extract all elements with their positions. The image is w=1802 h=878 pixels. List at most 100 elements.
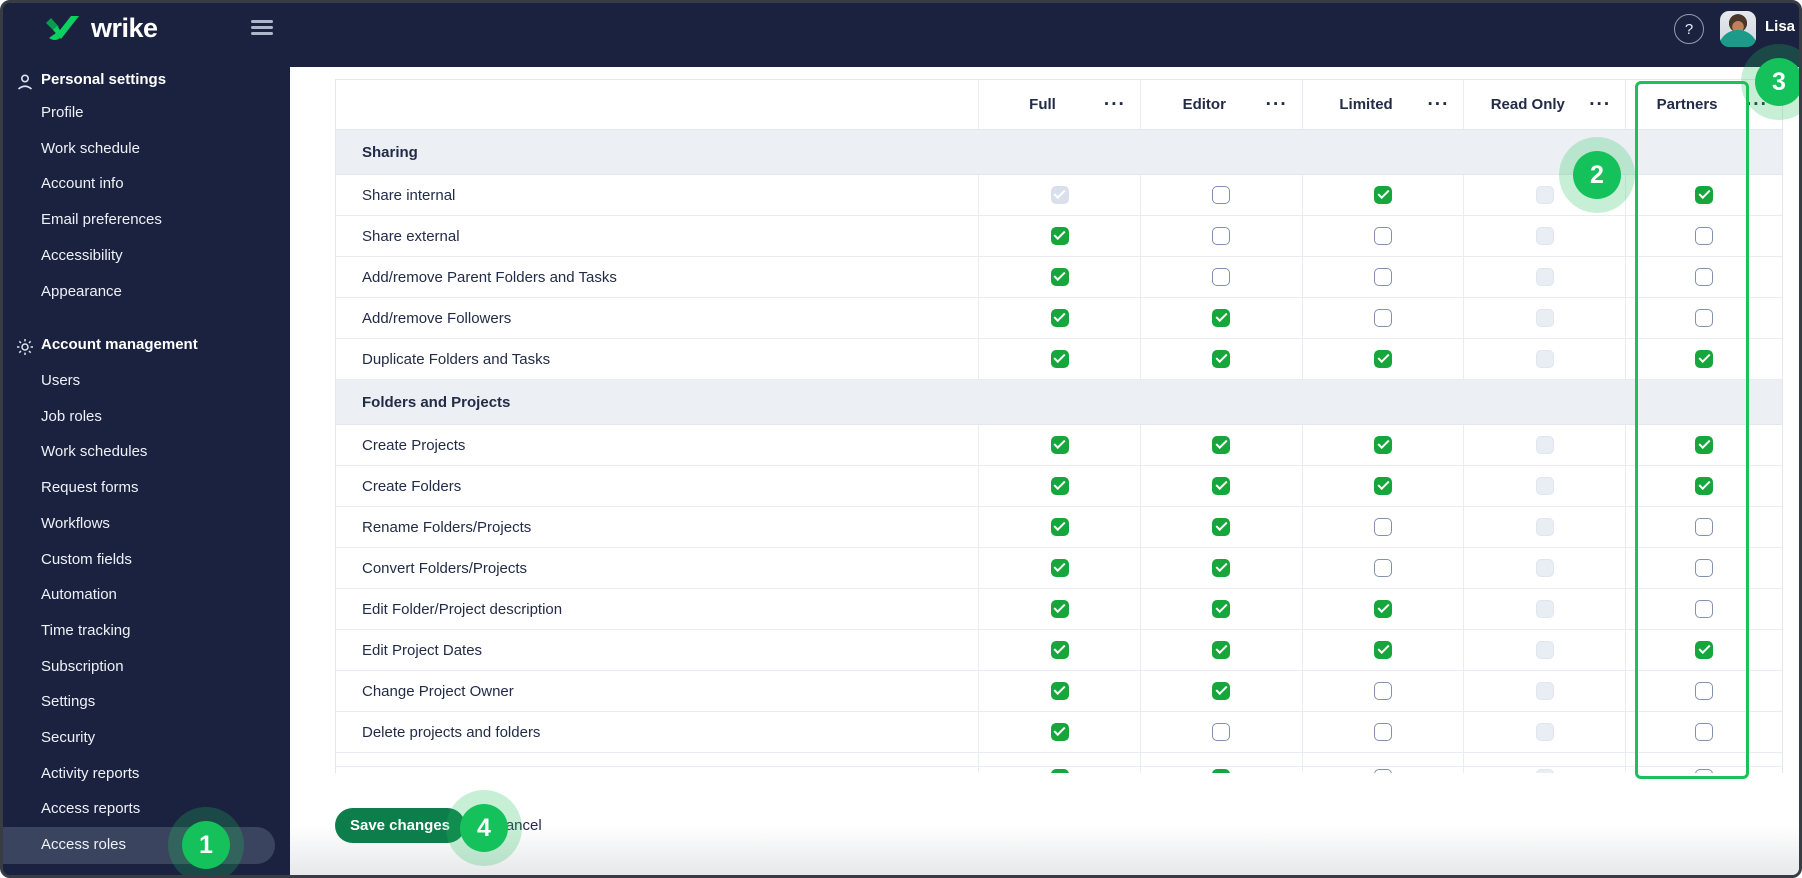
- permission-checkbox[interactable]: [1212, 600, 1231, 618]
- permission-checkbox[interactable]: [1050, 641, 1069, 659]
- permission-checkbox[interactable]: [1050, 559, 1069, 577]
- sidebar-item-account-info[interactable]: Account info: [3, 166, 290, 202]
- sidebar-item-email-preferences[interactable]: Email preferences: [3, 202, 290, 238]
- row-label: Edit Folder/Project description: [362, 600, 563, 618]
- permission-checkbox[interactable]: [1695, 477, 1714, 495]
- permission-checkbox[interactable]: [1374, 477, 1393, 495]
- sidebar-item-activity-reports[interactable]: Activity reports: [3, 756, 290, 792]
- cell-full: [978, 298, 1140, 338]
- permission-checkbox[interactable]: [1212, 227, 1231, 245]
- permission-checkbox[interactable]: [1374, 559, 1393, 577]
- permission-checkbox[interactable]: [1212, 186, 1231, 204]
- permission-checkbox[interactable]: [1695, 309, 1714, 327]
- permission-checkbox[interactable]: [1695, 436, 1714, 454]
- permission-checkbox[interactable]: [1212, 723, 1231, 741]
- sidebar-item-work-schedules[interactable]: Work schedules: [3, 434, 290, 470]
- permission-checkbox[interactable]: [1374, 436, 1393, 454]
- cell-partners: [1625, 466, 1782, 506]
- permission-checkbox[interactable]: [1212, 350, 1231, 368]
- permission-checkbox[interactable]: [1212, 682, 1231, 700]
- permission-checkbox[interactable]: [1374, 518, 1393, 536]
- sidebar-item-subscription[interactable]: Subscription: [3, 649, 290, 685]
- permission-checkbox[interactable]: [1374, 641, 1393, 659]
- permission-checkbox[interactable]: [1374, 186, 1393, 204]
- permission-checkbox[interactable]: [1374, 682, 1393, 700]
- permission-checkbox[interactable]: [1695, 641, 1714, 659]
- column-menu-icon[interactable]: ···: [1589, 95, 1611, 114]
- permission-checkbox[interactable]: [1374, 309, 1393, 327]
- permission-checkbox[interactable]: [1212, 518, 1231, 536]
- cell-partners: [1625, 425, 1782, 465]
- permission-checkbox[interactable]: [1050, 600, 1069, 618]
- permission-checkbox[interactable]: [1695, 350, 1714, 368]
- cell-read-only: [1463, 216, 1625, 256]
- permission-checkbox: [1050, 769, 1069, 773]
- permission-checkbox[interactable]: [1695, 518, 1714, 536]
- sidebar-item-accessibility[interactable]: Accessibility: [3, 238, 290, 274]
- row-label: Convert Folders/Projects: [362, 559, 528, 577]
- hamburger-menu-icon[interactable]: [251, 20, 273, 36]
- permission-checkbox[interactable]: [1374, 227, 1393, 245]
- sidebar-item-automation[interactable]: Automation: [3, 577, 290, 613]
- permission-checkbox[interactable]: [1212, 477, 1231, 495]
- permission-checkbox[interactable]: [1695, 268, 1714, 286]
- help-icon[interactable]: ?: [1674, 14, 1704, 44]
- sidebar-item-profile[interactable]: Profile: [3, 95, 290, 131]
- sidebar-item-appearance[interactable]: Appearance: [3, 274, 290, 310]
- permission-checkbox[interactable]: [1374, 268, 1393, 286]
- column-menu-icon[interactable]: ···: [1104, 95, 1126, 114]
- permission-checkbox[interactable]: [1374, 723, 1393, 741]
- sidebar-item-request-forms[interactable]: Request forms: [3, 470, 290, 506]
- sidebar-item-job-roles[interactable]: Job roles: [3, 399, 290, 435]
- permission-checkbox[interactable]: [1695, 186, 1714, 204]
- wrike-logo[interactable]: wrike: [45, 13, 158, 44]
- permission-checkbox[interactable]: [1695, 682, 1714, 700]
- permission-checkbox[interactable]: [1695, 600, 1714, 618]
- permissions-table: Full ··· Editor ··· Limited ··· Read Only ··· Pa…: [335, 79, 1783, 773]
- permission-checkbox[interactable]: [1050, 227, 1069, 245]
- sidebar-item-access-reports[interactable]: Access reports: [3, 791, 290, 827]
- cell-read-only: [1463, 712, 1625, 752]
- annotation-badge-4: 4: [460, 804, 508, 852]
- save-button[interactable]: Save changes: [335, 808, 465, 843]
- cell-editor: [1139, 339, 1302, 379]
- sidebar-item-access-roles[interactable]: Access roles: [3, 827, 275, 865]
- sidebar-item-custom-fields[interactable]: Custom fields: [3, 542, 290, 578]
- sidebar-section-personal-settings[interactable]: Personal settings: [3, 62, 290, 98]
- permission-checkbox[interactable]: [1050, 309, 1069, 327]
- permission-checkbox[interactable]: [1050, 350, 1069, 368]
- permission-checkbox[interactable]: [1212, 641, 1231, 659]
- permission-checkbox: [1535, 641, 1554, 659]
- permission-checkbox[interactable]: [1212, 436, 1231, 454]
- cell-editor: [1139, 425, 1302, 465]
- sidebar-item-users[interactable]: Users: [3, 363, 290, 399]
- sidebar-item-security[interactable]: Security: [3, 720, 290, 756]
- wrike-logo-text: wrike: [91, 13, 158, 43]
- sidebar-item-time-tracking[interactable]: Time tracking: [3, 613, 290, 649]
- sidebar-item-user-types[interactable]: User types: [3, 863, 290, 875]
- permission-checkbox: [1535, 227, 1554, 245]
- permission-checkbox: [1535, 477, 1554, 495]
- permission-checkbox[interactable]: [1374, 600, 1393, 618]
- permission-checkbox[interactable]: [1212, 268, 1231, 286]
- permission-checkbox[interactable]: [1050, 436, 1069, 454]
- sidebar-item-settings[interactable]: Settings: [3, 684, 290, 720]
- permission-checkbox[interactable]: [1050, 268, 1069, 286]
- permission-checkbox[interactable]: [1050, 518, 1069, 536]
- permission-checkbox[interactable]: [1695, 227, 1714, 245]
- column-menu-icon[interactable]: ···: [1266, 95, 1288, 114]
- avatar[interactable]: [1720, 11, 1756, 47]
- cell-editor: [1139, 548, 1302, 588]
- column-menu-icon[interactable]: ···: [1427, 95, 1449, 114]
- permission-checkbox[interactable]: [1050, 682, 1069, 700]
- sidebar-section-account-management[interactable]: Account management: [3, 327, 290, 363]
- permission-checkbox[interactable]: [1695, 559, 1714, 577]
- sidebar-item-workflows[interactable]: Workflows: [3, 506, 290, 542]
- permission-checkbox[interactable]: [1212, 559, 1231, 577]
- sidebar-item-work-schedule[interactable]: Work schedule: [3, 131, 290, 167]
- permission-checkbox[interactable]: [1212, 309, 1231, 327]
- permission-checkbox[interactable]: [1374, 350, 1393, 368]
- permission-checkbox[interactable]: [1050, 477, 1069, 495]
- permission-checkbox[interactable]: [1695, 723, 1714, 741]
- permission-checkbox[interactable]: [1050, 723, 1069, 741]
